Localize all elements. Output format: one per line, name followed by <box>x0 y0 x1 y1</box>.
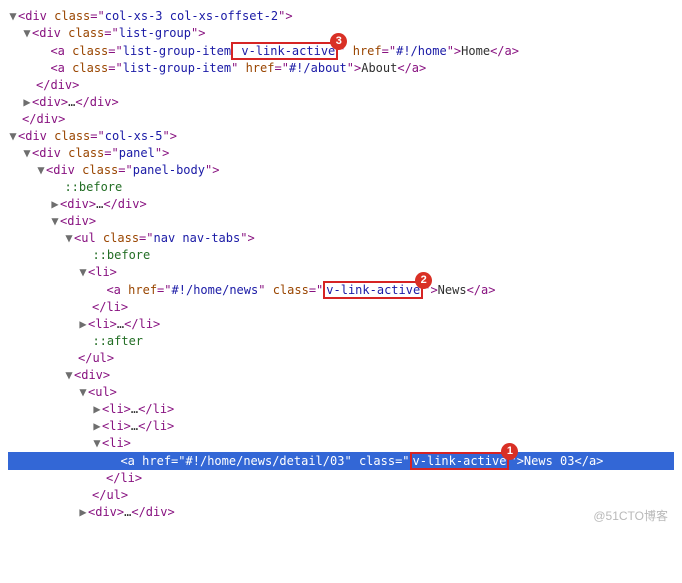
dom-tree-line[interactable]: ▶<li>…</li> <box>8 316 674 333</box>
disclosure-triangle[interactable]: ▼ <box>22 145 32 162</box>
dom-tree-line[interactable]: ▼<div class="col-xs-5"> <box>8 128 674 145</box>
dom-tree-line[interactable]: ▼<ul> <box>8 384 674 401</box>
dom-tree-line[interactable]: ::after <box>8 333 674 350</box>
highlight-box-2: 2v-link-active <box>323 281 423 299</box>
dom-tree-line[interactable]: </li> <box>8 470 674 487</box>
disclosure-triangle[interactable]: ▼ <box>78 264 88 281</box>
highlight-box-3: 3 v-link-active <box>231 42 338 60</box>
dom-tree-line[interactable]: ::before <box>8 179 674 196</box>
disclosure-triangle[interactable]: ▼ <box>92 435 102 452</box>
disclosure-triangle[interactable]: ▼ <box>22 25 32 42</box>
dom-tree-line[interactable]: ▼<ul class="nav nav-tabs"> <box>8 230 674 247</box>
dom-tree-line[interactable]: ▼<div> <box>8 367 674 384</box>
disclosure-triangle[interactable]: ▶ <box>78 504 88 521</box>
dom-tree-line[interactable]: ▼<div class="panel-body"> <box>8 162 674 179</box>
dom-tree-line[interactable]: ▼<li> <box>8 264 674 281</box>
dom-tree-line[interactable]: <a class="list-group-item" href="#!/abou… <box>8 60 674 77</box>
disclosure-triangle[interactable]: ▼ <box>78 384 88 401</box>
disclosure-triangle[interactable]: ▶ <box>92 418 102 435</box>
disclosure-triangle[interactable]: ▼ <box>64 230 74 247</box>
dom-tree-line[interactable]: <a href="#!/home/news/detail/03" class="… <box>8 452 674 470</box>
dom-tree-line[interactable]: ▶<div>…</div> <box>8 94 674 111</box>
dom-tree-line[interactable]: ▼<li> <box>8 435 674 452</box>
disclosure-triangle[interactable]: ▶ <box>22 94 32 111</box>
highlight-box-1: 1v-link-active <box>410 452 510 470</box>
dom-tree-line[interactable]: ▶<div>…</div> <box>8 196 674 213</box>
dom-tree-line[interactable]: </div> <box>8 111 674 128</box>
disclosure-triangle[interactable]: ▼ <box>50 213 60 230</box>
disclosure-triangle[interactable]: ▼ <box>64 367 74 384</box>
disclosure-triangle[interactable]: ▶ <box>92 401 102 418</box>
dom-tree-line[interactable]: </ul> <box>8 350 674 367</box>
dom-tree-line[interactable]: ▼<div class="panel"> <box>8 145 674 162</box>
dom-tree-line[interactable]: ▼<div class="col-xs-3 col-xs-offset-2"> <box>8 8 674 25</box>
dom-tree-line[interactable]: ▼<div> <box>8 213 674 230</box>
dom-tree-line[interactable]: ▶<li>…</li> <box>8 401 674 418</box>
dom-tree-line[interactable]: ▶<li>…</li> <box>8 418 674 435</box>
disclosure-triangle[interactable]: ▶ <box>50 196 60 213</box>
disclosure-triangle[interactable]: ▼ <box>36 162 46 179</box>
dom-tree-line[interactable]: </div> <box>8 77 674 94</box>
dom-tree-line[interactable]: <a class="list-group-item3 v-link-active… <box>8 42 674 60</box>
dom-tree-line[interactable]: </ul> <box>8 487 674 504</box>
disclosure-triangle[interactable]: ▼ <box>8 128 18 145</box>
disclosure-triangle[interactable]: ▼ <box>8 8 18 25</box>
dom-tree-line[interactable]: ::before <box>8 247 674 264</box>
watermark: @51CTO博客 <box>593 508 668 525</box>
disclosure-triangle[interactable]: ▶ <box>78 316 88 333</box>
dom-tree-line[interactable]: ▶<div>…</div> <box>8 504 674 521</box>
dom-tree-line[interactable]: </li> <box>8 299 674 316</box>
dom-tree-line[interactable]: <a href="#!/home/news" class="2v-link-ac… <box>8 281 674 299</box>
